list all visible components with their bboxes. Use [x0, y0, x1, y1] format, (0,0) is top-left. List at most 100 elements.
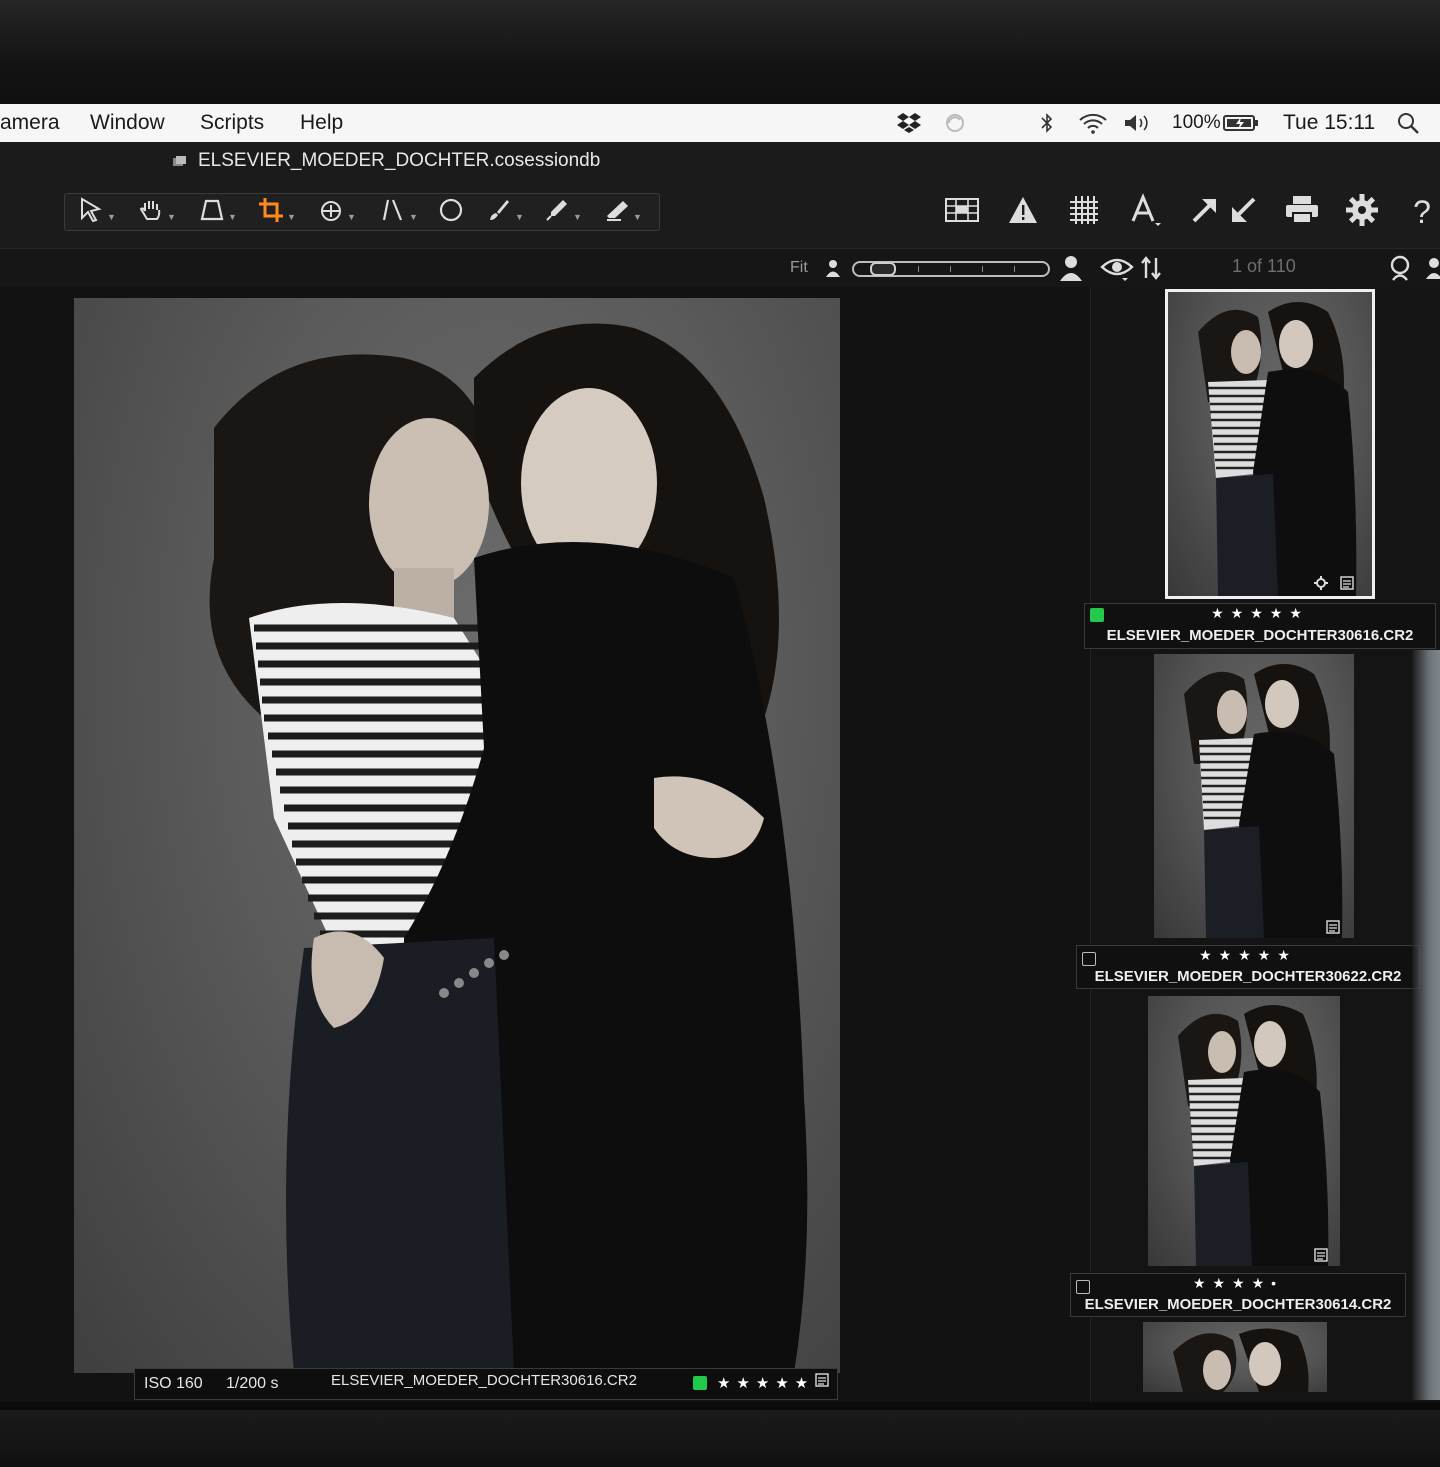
import-button[interactable]: [1222, 192, 1266, 232]
viewer-filename: ELSEVIER_MOEDER_DOCHTER30616.CR2: [331, 1372, 637, 1389]
zoom-slider-knob[interactable]: [870, 262, 896, 276]
thumbnail-meta: ★★★★• ELSEVIER_MOEDER_DOCHTER30614.CR2: [1070, 1273, 1406, 1317]
dropbox-icon[interactable]: [896, 110, 922, 136]
session-file-icon: [172, 155, 186, 167]
thumbnail-meta: ★★★★★ ELSEVIER_MOEDER_DOCHTER30622.CR2: [1076, 945, 1420, 989]
keystone-icon: [198, 196, 226, 229]
thumbnail-image-4: [1173, 1328, 1309, 1392]
viewer-star-rating[interactable]: ★★★★★: [717, 1374, 814, 1392]
grid-icon: [944, 196, 980, 229]
zoom-fit-label[interactable]: Fit: [790, 259, 808, 277]
wifi-icon[interactable]: [1077, 110, 1109, 136]
eraser-tool-button[interactable]: ▼: [603, 198, 649, 226]
hand-icon: [137, 196, 165, 229]
volume-icon[interactable]: [1122, 110, 1152, 136]
image-counter: 1 of 110: [1232, 256, 1296, 276]
thumbnail-image-2: [1184, 664, 1343, 938]
eraser-icon: [603, 196, 631, 229]
grid-view-button[interactable]: [940, 192, 984, 232]
picker-tool-button[interactable]: ▼: [543, 198, 589, 226]
thumbnail-item[interactable]: [1154, 654, 1354, 938]
screen-bezel-bottom: [0, 1410, 1440, 1467]
warning-icon: [1007, 195, 1039, 230]
spotlight-search-icon[interactable]: [1396, 110, 1422, 136]
thumbnail-meta: ★★★★★ ELSEVIER_MOEDER_DOCHTER30616.CR2: [1084, 603, 1436, 649]
circle-icon: [437, 196, 465, 229]
thumbnail-image-3: [1178, 1005, 1329, 1266]
person-small-icon: [824, 258, 842, 283]
preferences-button[interactable]: [1340, 192, 1384, 232]
keystone-tool-button[interactable]: ▼: [198, 198, 244, 226]
brush-tool-button[interactable]: ▼: [485, 198, 531, 226]
rotate-tool-button[interactable]: ▼: [317, 198, 363, 226]
annotation-text-button[interactable]: [1122, 192, 1166, 232]
import-icon: [1228, 194, 1260, 231]
portrait-image: [209, 323, 808, 1373]
bluetooth-icon[interactable]: [1038, 110, 1056, 136]
viewer-info-icon[interactable]: [815, 1373, 829, 1392]
window-title-row: ELSEVIER_MOEDER_DOCHTER.cosessiondb: [0, 142, 1440, 182]
thumb-info-icon[interactable]: [1314, 1248, 1328, 1266]
cursor-tool-group: ▼ ▼ ▼ ▼ ▼ ▼ ▼ ▼ ▼: [64, 193, 660, 231]
menu-bar: amera Window Scripts Help 100% Tue 15:11: [0, 104, 1440, 142]
text-icon: [1127, 192, 1161, 232]
thumb-filename: ELSEVIER_MOEDER_DOCHTER30614.CR2: [1084, 1296, 1392, 1313]
battery-percent: 100%: [1172, 112, 1221, 133]
gear-icon: [1345, 193, 1379, 232]
cursor-icon: [77, 196, 105, 229]
toolbar: ▼ ▼ ▼ ▼ ▼ ▼ ▼ ▼ ▼ ?: [0, 182, 1440, 248]
crop-icon: [257, 196, 285, 229]
main-photo[interactable]: [74, 298, 840, 1373]
session-title: ELSEVIER_MOEDER_DOCHTER.cosessiondb: [198, 150, 601, 171]
brush-icon: [485, 196, 513, 229]
thumb-star-rating[interactable]: ★★★★•: [1071, 1275, 1405, 1292]
person-large-icon: [1058, 254, 1084, 287]
thumb-filename: ELSEVIER_MOEDER_DOCHTER30616.CR2: [1106, 627, 1414, 644]
straighten-icon: [379, 196, 407, 229]
thumbnail-item[interactable]: [1148, 996, 1340, 1266]
zoom-slider[interactable]: [852, 261, 1050, 277]
battery-icon[interactable]: [1222, 110, 1260, 136]
export-button[interactable]: [1182, 192, 1226, 232]
select-tool-button[interactable]: ▼: [77, 196, 123, 229]
viewer-bar: Fit 1 of 110: [0, 248, 1440, 288]
print-icon: [1284, 194, 1320, 231]
overlay-grid-button[interactable]: [1062, 192, 1106, 232]
thumbnail-item[interactable]: [1143, 1322, 1327, 1392]
help-button[interactable]: ?: [1400, 192, 1440, 232]
rotate-icon: [317, 196, 345, 229]
print-button[interactable]: [1280, 192, 1324, 232]
straighten-tool-button[interactable]: ▼: [379, 198, 425, 226]
viewer-info-bar: ISO 160 1/200 s ELSEVIER_MOEDER_DOCHTER3…: [134, 1368, 838, 1400]
sync-icon[interactable]: [940, 110, 970, 136]
menu-help[interactable]: Help: [300, 111, 343, 135]
thumb-star-rating[interactable]: ★★★★★: [1077, 947, 1419, 964]
screen-glare: [1412, 650, 1440, 1400]
thumbnail-item[interactable]: [1165, 289, 1375, 599]
export-icon: [1188, 194, 1220, 231]
clock[interactable]: Tue 15:11: [1283, 111, 1375, 135]
eye-icon[interactable]: [1100, 254, 1134, 287]
screen-bezel-top: [0, 0, 1440, 104]
thumb-info-icon[interactable]: [1340, 576, 1354, 595]
overlay-grid-icon: [1067, 194, 1101, 231]
menu-scripts[interactable]: Scripts: [200, 111, 264, 135]
browser-search-icon[interactable]: [1386, 253, 1416, 288]
thumb-star-rating[interactable]: ★★★★★: [1085, 605, 1435, 622]
mask-circle-tool-button[interactable]: [437, 198, 483, 226]
pan-tool-button[interactable]: ▼: [137, 198, 183, 226]
exposure-warning-button[interactable]: [1001, 192, 1045, 232]
sort-icon[interactable]: [1140, 255, 1162, 286]
iso-value: ISO 160: [144, 1375, 203, 1392]
picker-icon: [543, 196, 571, 229]
menu-camera[interactable]: amera: [0, 111, 60, 135]
crop-tool-button[interactable]: ▼: [257, 196, 303, 229]
thumb-filename: ELSEVIER_MOEDER_DOCHTER30622.CR2: [1094, 968, 1402, 985]
color-tag-green[interactable]: [693, 1376, 707, 1390]
menu-window[interactable]: Window: [90, 111, 165, 135]
thumb-info-icon[interactable]: [1326, 920, 1340, 938]
shutter-value: 1/200 s: [226, 1375, 279, 1392]
thumb-adjust-gear-icon[interactable]: [1314, 576, 1328, 595]
thumbnail-image-1: [1198, 302, 1357, 596]
person-filter-icon[interactable]: [1424, 255, 1440, 286]
